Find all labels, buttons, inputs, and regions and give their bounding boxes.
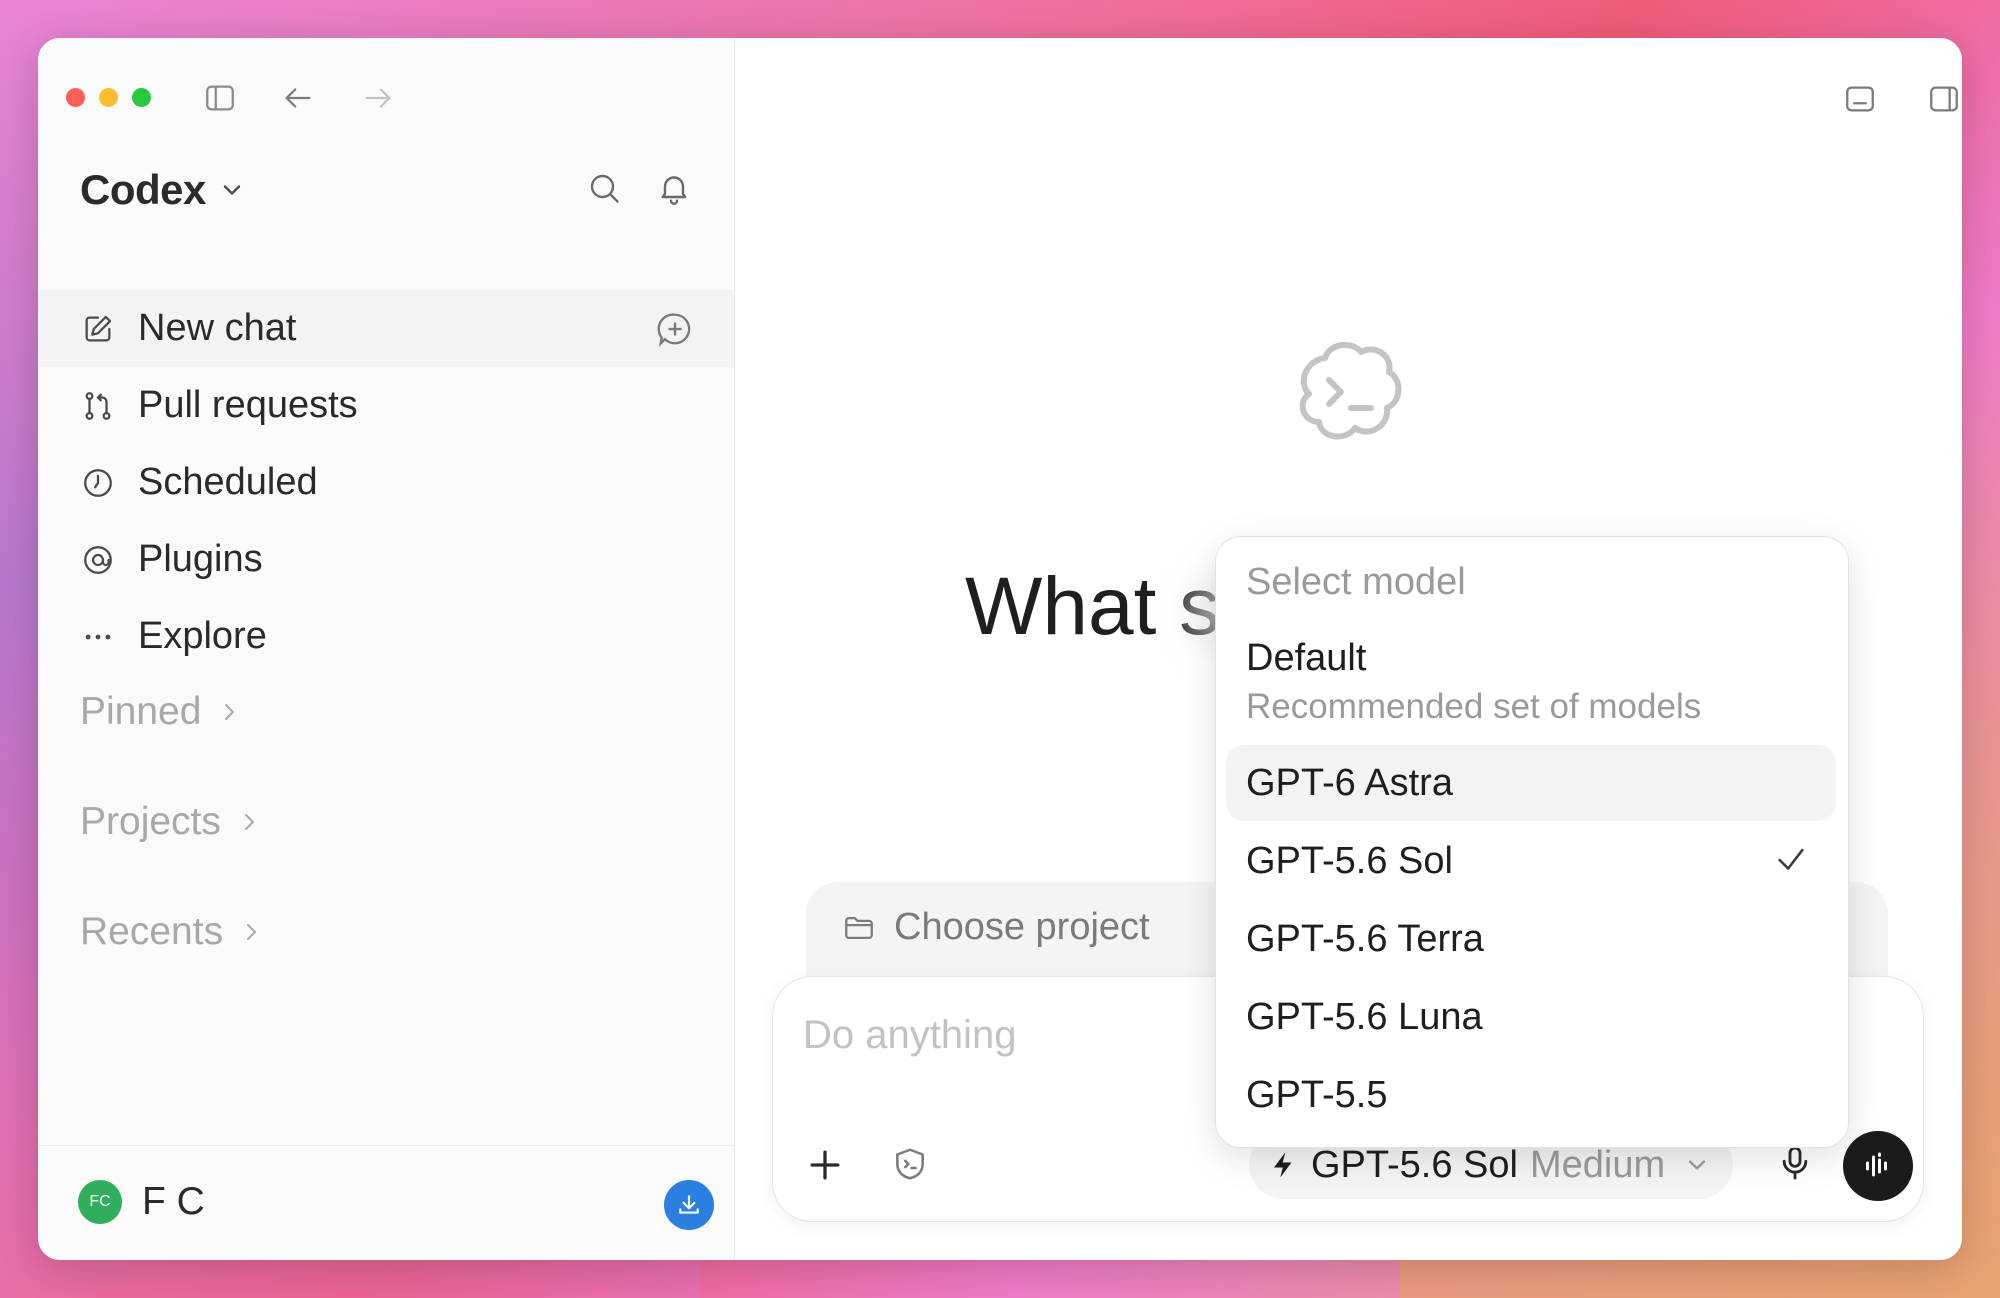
pull-request-icon bbox=[80, 388, 116, 424]
voice-mode-button[interactable] bbox=[1843, 1131, 1913, 1201]
avatar[interactable]: FC bbox=[78, 1180, 122, 1224]
minimize-window-button[interactable] bbox=[99, 88, 118, 107]
microphone-icon bbox=[1782, 1146, 1808, 1180]
section-label: Projects bbox=[80, 800, 221, 843]
plugin-icon bbox=[80, 542, 116, 578]
workspace-switcher[interactable]: Codex bbox=[80, 166, 246, 214]
choose-project-button[interactable]: Choose project bbox=[842, 906, 1150, 949]
sidebar-nav: New chat Pull requests Scheduled Plugins… bbox=[38, 290, 734, 675]
project-label: Choose project bbox=[894, 906, 1150, 948]
sidebar-item-new-chat[interactable]: New chat bbox=[38, 290, 734, 367]
user-name[interactable]: F C bbox=[142, 1180, 205, 1224]
section-label: Pinned bbox=[80, 690, 202, 733]
sidebar-item-label: Scheduled bbox=[138, 461, 318, 503]
section-projects[interactable]: Projects bbox=[80, 800, 261, 844]
menu-header: Select model bbox=[1246, 561, 1466, 603]
window-controls bbox=[66, 88, 151, 107]
section-label: Recents bbox=[80, 910, 224, 953]
toggle-bottom-panel-icon[interactable] bbox=[1843, 82, 1879, 118]
model-option-gpt-5-6-terra[interactable]: GPT-5.6 Terra bbox=[1226, 901, 1836, 977]
toggle-right-panel-icon[interactable] bbox=[1927, 82, 1962, 118]
chevron-right-icon bbox=[244, 814, 254, 830]
model-option-gpt-5-5[interactable]: GPT-5.5 bbox=[1226, 1057, 1836, 1133]
chevron-right-icon bbox=[247, 924, 257, 940]
folder-icon bbox=[845, 916, 873, 939]
hero-heading: What s bbox=[965, 561, 1221, 652]
model-option-label: GPT-5.6 Terra bbox=[1246, 917, 1484, 960]
chevron-right-icon bbox=[225, 704, 235, 720]
checkmark-icon bbox=[1774, 843, 1808, 877]
waveform-icon bbox=[1866, 1152, 1887, 1177]
default-option[interactable]: Default bbox=[1246, 637, 1366, 680]
download-icon bbox=[679, 1195, 699, 1214]
sidebar-item-explore[interactable]: Explore bbox=[38, 598, 734, 675]
brand-title: Codex bbox=[80, 166, 206, 213]
add-attachment-button[interactable] bbox=[803, 1143, 847, 1187]
sidebar-item-plugins[interactable]: Plugins bbox=[38, 521, 734, 598]
model-option-gpt-5-6-luna[interactable]: GPT-5.6 Luna bbox=[1226, 979, 1836, 1055]
sidebar-item-label: Plugins bbox=[138, 538, 263, 580]
close-window-button[interactable] bbox=[66, 88, 85, 107]
shield-terminal-icon bbox=[896, 1148, 924, 1180]
plus-icon bbox=[810, 1150, 840, 1180]
model-option-label: GPT-6 Astra bbox=[1246, 761, 1453, 804]
section-pinned[interactable]: Pinned bbox=[80, 690, 241, 734]
clock-icon bbox=[80, 465, 116, 501]
toggle-sidebar-icon[interactable] bbox=[202, 80, 238, 116]
chevron-down-icon bbox=[1688, 1160, 1706, 1170]
lightning-icon bbox=[1274, 1152, 1292, 1178]
model-option-gpt-5-6-sol[interactable]: GPT-5.6 Sol bbox=[1226, 823, 1836, 899]
forward-arrow-icon[interactable] bbox=[360, 80, 396, 116]
sidebar-item-scheduled[interactable]: Scheduled bbox=[38, 444, 734, 521]
maximize-window-button[interactable] bbox=[132, 88, 151, 107]
compose-icon bbox=[80, 311, 116, 347]
download-button[interactable] bbox=[664, 1180, 714, 1230]
add-circle-icon[interactable] bbox=[656, 310, 694, 348]
sidebar-item-label: New chat bbox=[138, 307, 297, 349]
model-option-label: GPT-5.6 Luna bbox=[1246, 995, 1483, 1038]
codex-logo-icon bbox=[1285, 330, 1413, 458]
search-icon[interactable] bbox=[584, 168, 624, 208]
model-name: GPT-5.6 Sol bbox=[1311, 1143, 1518, 1186]
model-dropdown-menu: Select model Default Recommended set of … bbox=[1215, 536, 1849, 1148]
sidebar-footer: FC F C bbox=[38, 1145, 734, 1260]
back-arrow-icon[interactable] bbox=[280, 80, 316, 116]
app-window: Codex New chat Pull requests Scheduled P… bbox=[38, 38, 1962, 1260]
sidebar-item-label: Pull requests bbox=[138, 384, 358, 426]
bell-icon[interactable] bbox=[654, 168, 694, 208]
sidebar-item-pull-requests[interactable]: Pull requests bbox=[38, 367, 734, 444]
model-effort: Medium bbox=[1529, 1143, 1666, 1186]
ellipsis-icon bbox=[80, 619, 116, 655]
model-option-gpt-6-astra[interactable]: GPT-6 Astra bbox=[1226, 745, 1836, 821]
permissions-button[interactable] bbox=[891, 1145, 931, 1185]
model-option-label: GPT-5.5 bbox=[1246, 1073, 1388, 1116]
chevron-down-icon bbox=[223, 185, 241, 195]
sidebar: Codex New chat Pull requests Scheduled P… bbox=[38, 38, 735, 1260]
sidebar-item-label: Explore bbox=[138, 615, 267, 657]
microphone-button[interactable] bbox=[1775, 1143, 1819, 1187]
default-option-description: Recommended set of models bbox=[1246, 687, 1702, 726]
model-option-label: GPT-5.6 Sol bbox=[1246, 839, 1453, 882]
section-recents[interactable]: Recents bbox=[80, 910, 263, 954]
